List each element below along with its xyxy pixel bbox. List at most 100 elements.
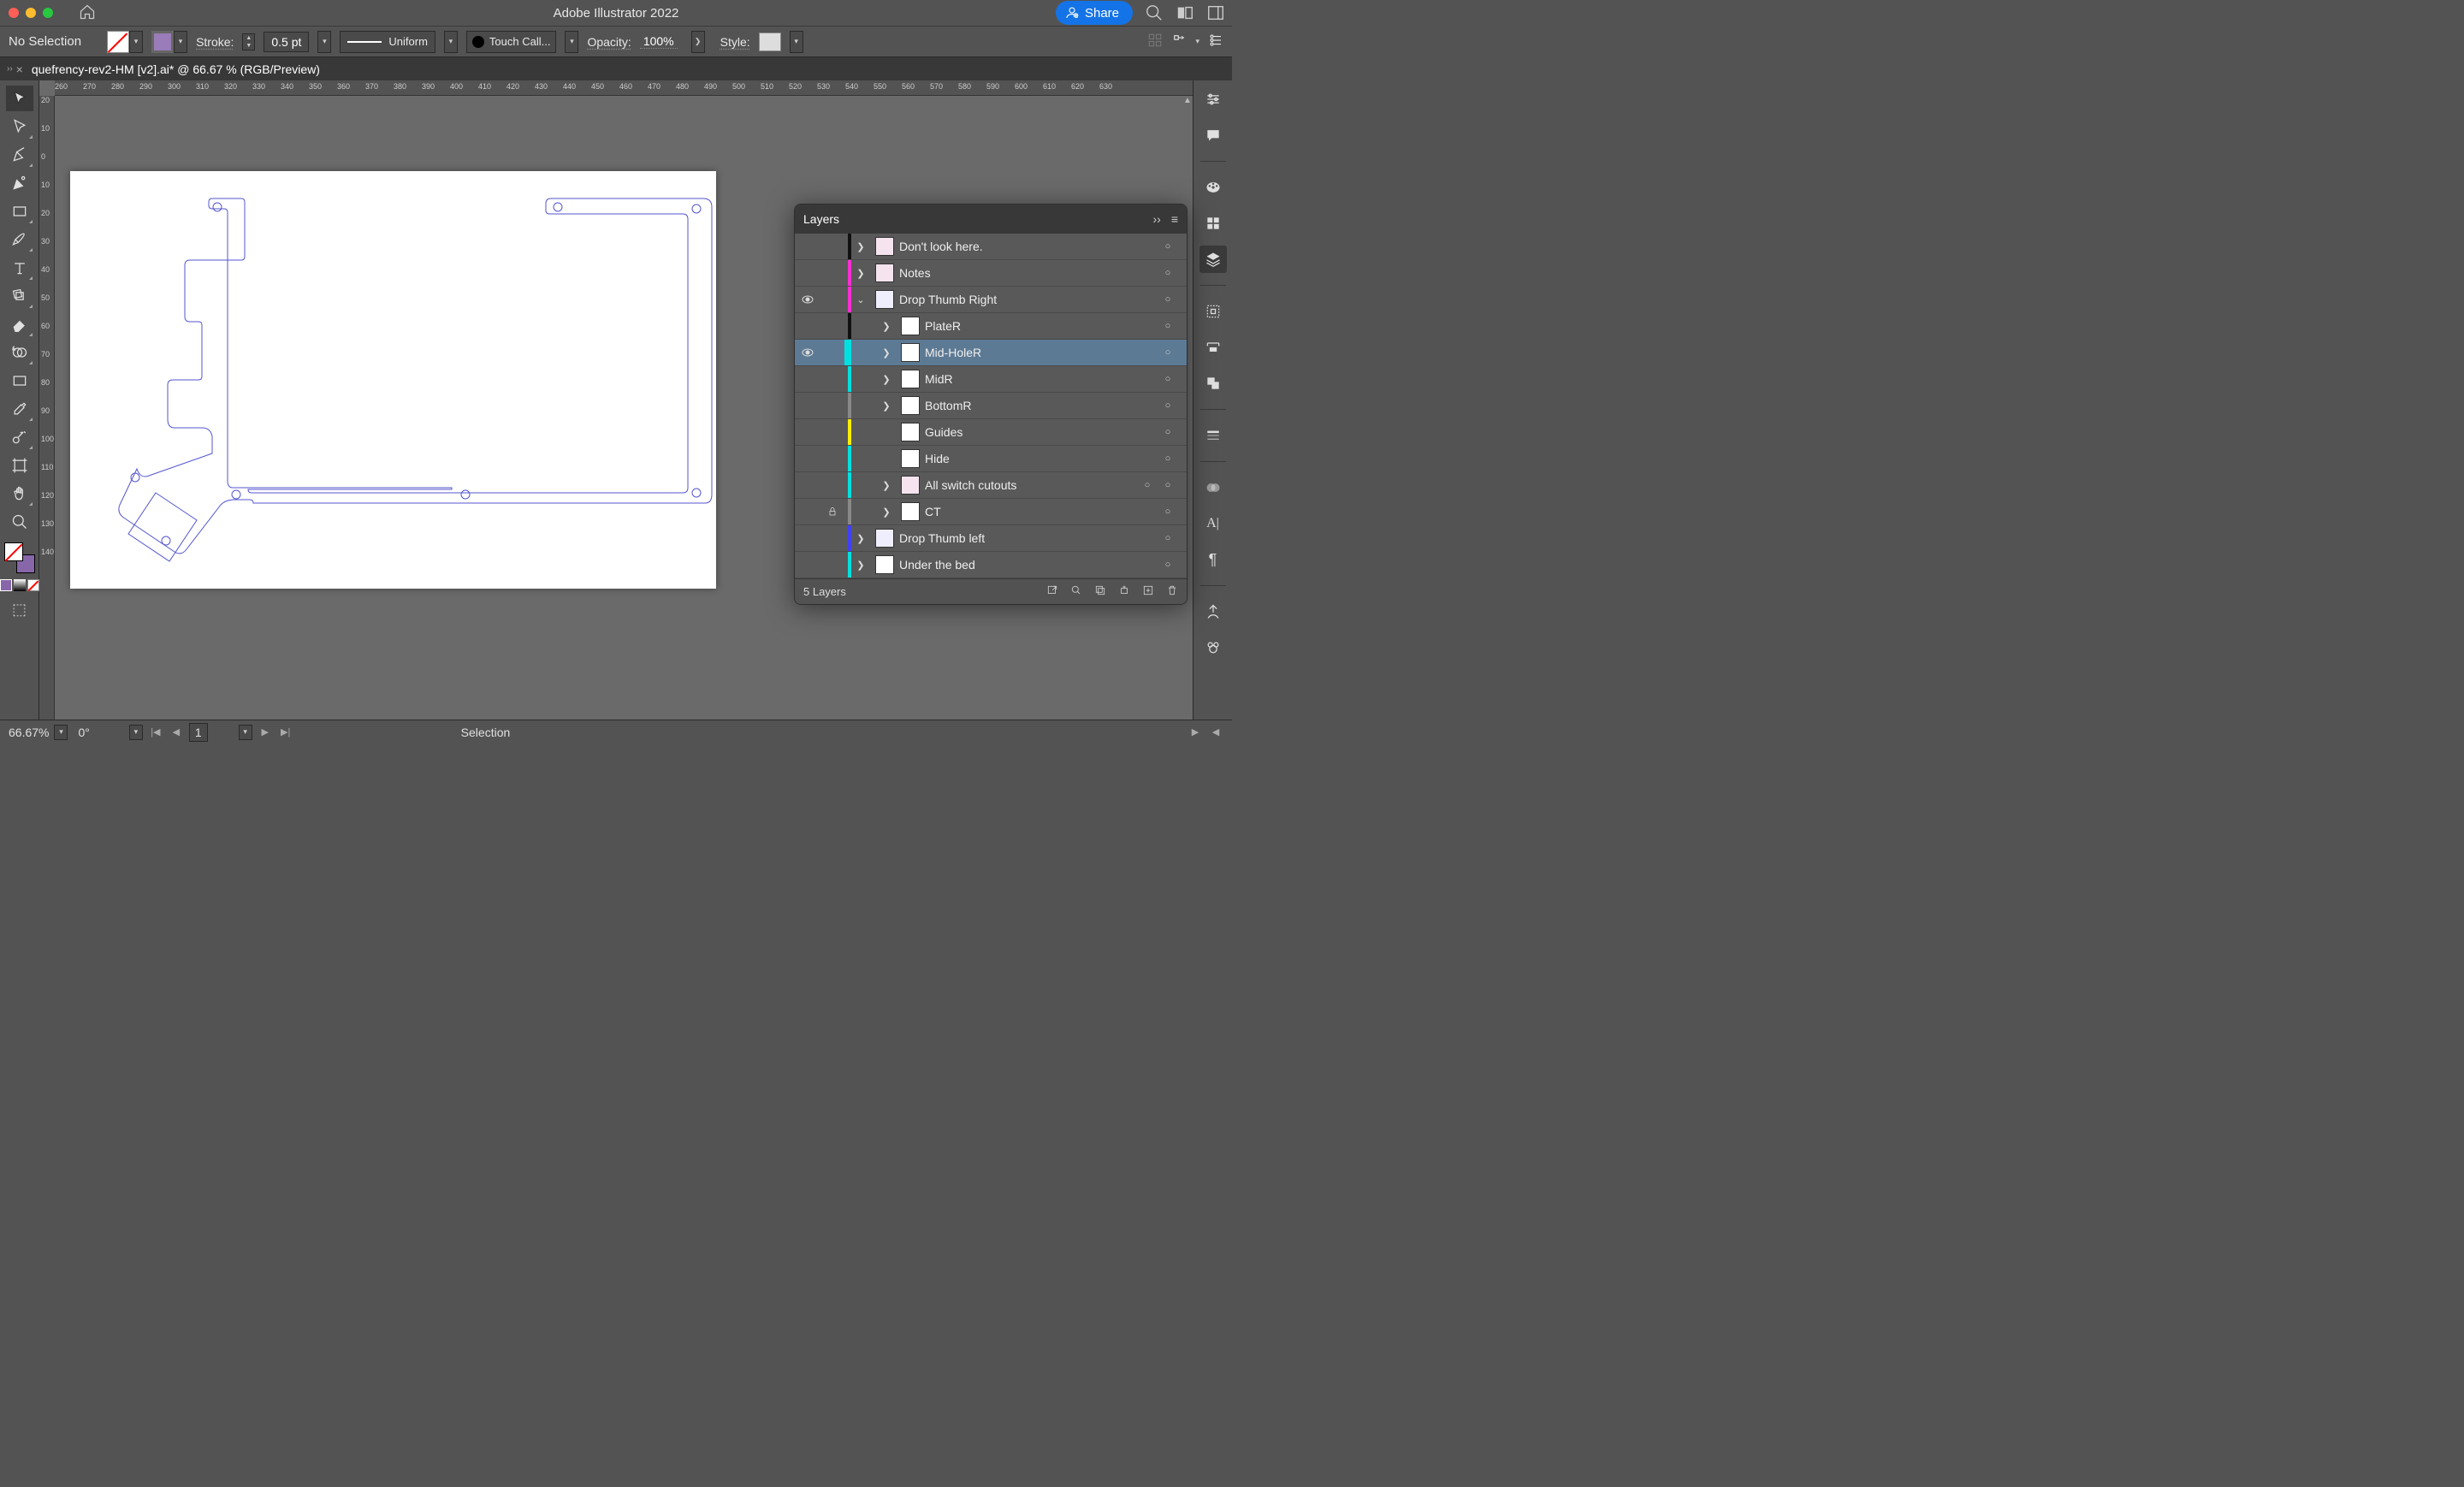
layer-name[interactable]: Hide <box>925 452 1158 465</box>
layer-row[interactable]: ❯ Don't look here. ○ <box>795 234 1187 260</box>
comments-panel-icon[interactable] <box>1199 121 1227 149</box>
ruler-origin-icon[interactable]: ▲ <box>1182 96 1193 106</box>
fill-color-icon[interactable] <box>4 542 23 561</box>
artboard-number[interactable]: 1 <box>189 723 208 742</box>
stroke-dropdown[interactable]: ▾ <box>174 31 187 53</box>
locate-icon[interactable] <box>1070 584 1082 599</box>
expand-toggle[interactable]: ⌄ <box>851 294 870 305</box>
pathfinder-panel-icon[interactable] <box>1199 298 1227 325</box>
stroke-panel-icon[interactable] <box>1199 422 1227 449</box>
selection-tool[interactable] <box>6 86 33 111</box>
hand-tool[interactable] <box>6 481 33 507</box>
zoom-dropdown[interactable]: ▾ <box>54 725 68 740</box>
paragraph-panel-icon[interactable]: ¶ <box>1199 546 1227 573</box>
rotate-dropdown[interactable]: ▾ <box>129 725 143 740</box>
expand-toggle[interactable]: ❯ <box>877 321 896 332</box>
pen-tool[interactable] <box>6 142 33 168</box>
arrange-icon[interactable] <box>1206 3 1225 22</box>
transform-dropdown[interactable]: ▾ <box>1195 37 1199 46</box>
delete-layer-icon[interactable] <box>1166 584 1178 599</box>
layer-name[interactable]: Don't look here. <box>899 240 1158 253</box>
layer-row[interactable]: ⌄ Drop Thumb Right ○ <box>795 287 1187 313</box>
color-mode-selector[interactable] <box>0 579 39 591</box>
target-icon[interactable]: ○ <box>1158 321 1178 331</box>
collapse-panel-icon[interactable]: ›› <box>1153 212 1161 226</box>
target-icon[interactable]: ○ <box>1158 347 1178 358</box>
target-icon[interactable]: ○ <box>1137 480 1158 490</box>
eyedropper-tool[interactable] <box>6 396 33 422</box>
expand-toggle[interactable]: ❯ <box>877 507 896 518</box>
layer-thumbnail[interactable] <box>901 317 920 335</box>
character-panel-icon[interactable]: A| <box>1199 510 1227 537</box>
curvature-tool[interactable] <box>6 170 33 196</box>
layer-row[interactable]: Guides ○ <box>795 419 1187 446</box>
layer-name[interactable]: PlateR <box>925 319 1158 333</box>
stroke-weight-dropdown[interactable]: ▾ <box>317 31 331 53</box>
artboard-tool[interactable] <box>6 453 33 478</box>
layer-row[interactable]: ❯ MidR ○ <box>795 366 1187 393</box>
layer-thumbnail[interactable] <box>901 396 920 415</box>
paintbrush-tool[interactable] <box>6 227 33 252</box>
rectangle-tool[interactable] <box>6 198 33 224</box>
horizontal-ruler[interactable]: 2602702802903003103203303403503603703803… <box>55 80 1193 96</box>
gradient-mode-icon[interactable] <box>14 579 26 591</box>
swatches-panel-icon[interactable] <box>1199 210 1227 237</box>
fill-dropdown[interactable]: ▾ <box>129 31 143 53</box>
rotate-tool[interactable] <box>6 283 33 309</box>
vertical-ruler[interactable]: 20100102030405060708090100110120130140 <box>39 96 55 720</box>
graphic-style-swatch[interactable] <box>759 33 781 51</box>
clip-mask-icon[interactable] <box>1094 584 1106 599</box>
layer-thumbnail[interactable] <box>901 449 920 468</box>
stroke-swatch[interactable] <box>151 31 174 53</box>
target-icon[interactable]: ○ <box>1158 560 1178 570</box>
opacity-label[interactable]: Opacity: <box>587 35 631 49</box>
layer-row[interactable]: ❯ BottomR ○ <box>795 393 1187 419</box>
type-tool[interactable] <box>6 255 33 281</box>
layer-thumbnail[interactable] <box>875 237 894 256</box>
target-icon[interactable]: ○ <box>1158 294 1178 305</box>
scroll-right-icon[interactable]: ▶ <box>1188 725 1203 740</box>
zoom-value[interactable]: 66.67% <box>9 726 49 739</box>
workspace-icon[interactable] <box>1176 3 1194 22</box>
none-mode-icon[interactable] <box>27 579 39 591</box>
layer-name[interactable]: Under the bed <box>899 558 1158 572</box>
libraries-panel-icon[interactable] <box>1199 598 1227 625</box>
transform-icon[interactable] <box>1171 33 1187 50</box>
expand-toggle[interactable]: ❯ <box>851 560 870 571</box>
layer-row[interactable]: Hide ○ <box>795 446 1187 472</box>
expand-toggle[interactable]: ❯ <box>851 268 870 279</box>
layers-panel[interactable]: Layers ›› ≡ ❯ Don't look here. ○ ❯ Notes… <box>794 204 1188 605</box>
layer-row[interactable]: ❯ Drop Thumb left ○ <box>795 525 1187 552</box>
layer-row[interactable]: ❯ All switch cutouts ○ ○ <box>795 472 1187 499</box>
target-icon[interactable]: ○ <box>1158 241 1178 252</box>
layer-row[interactable]: ❯ Notes ○ <box>795 260 1187 287</box>
target-icon[interactable]: ○ <box>1158 400 1178 411</box>
variable-width-profile[interactable]: Uniform <box>340 31 435 53</box>
color-mode-icon[interactable] <box>0 579 12 591</box>
first-artboard-icon[interactable]: |◀ <box>148 725 163 740</box>
layer-thumbnail[interactable] <box>901 423 920 441</box>
layer-thumbnail[interactable] <box>901 370 920 388</box>
document-tab[interactable]: quefrency-rev2-HM [v2].ai* @ 66.67 % (RG… <box>32 62 320 76</box>
layer-thumbnail[interactable] <box>901 343 920 362</box>
zoom-tool[interactable] <box>6 509 33 535</box>
layer-name[interactable]: Drop Thumb Right <box>899 293 1158 306</box>
style-label[interactable]: Style: <box>720 35 750 49</box>
expand-toggle[interactable]: ❯ <box>851 241 870 252</box>
opacity-dropdown[interactable]: ❯ <box>691 31 705 53</box>
expand-toggle[interactable]: ❯ <box>877 347 896 358</box>
preferences-icon[interactable] <box>1208 33 1223 50</box>
last-artboard-icon[interactable]: ▶| <box>278 725 293 740</box>
close-tab-icon[interactable]: × <box>16 62 23 76</box>
minimize-window-icon[interactable] <box>26 8 36 18</box>
expand-left-icon[interactable]: ›› <box>7 64 13 74</box>
brush-definition[interactable]: Touch Call... <box>466 31 557 53</box>
profile-dropdown[interactable]: ▾ <box>444 31 458 53</box>
symbol-sprayer-tool[interactable] <box>6 424 33 450</box>
expand-toggle[interactable]: ❯ <box>877 374 896 385</box>
layer-row[interactable]: ❯ PlateR ○ <box>795 313 1187 340</box>
layer-name[interactable]: Guides <box>925 425 1158 439</box>
maximize-window-icon[interactable] <box>43 8 53 18</box>
new-sublayer-icon[interactable] <box>1118 584 1130 599</box>
next-artboard-icon[interactable]: ▶ <box>258 725 273 740</box>
